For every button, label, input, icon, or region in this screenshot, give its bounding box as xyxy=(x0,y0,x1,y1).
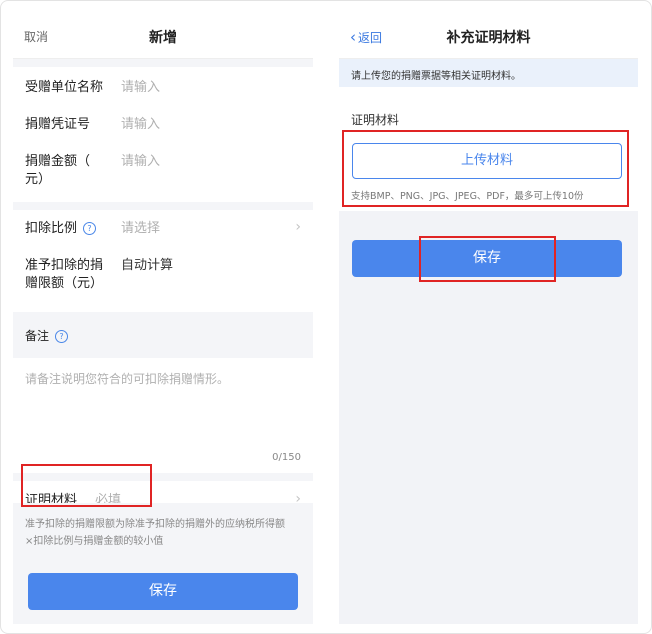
help-icon[interactable]: ? xyxy=(55,330,69,343)
highlight-box xyxy=(342,130,629,207)
recipient-field[interactable]: 受赠单位名称 请输入 xyxy=(13,67,313,104)
ratio-field[interactable]: 扣除比例? 请选择 › xyxy=(13,210,313,248)
amount-label: 捐赠金额（ 元） xyxy=(25,154,91,187)
amount-field[interactable]: 捐赠金额（ 元） 请输入 xyxy=(13,141,313,202)
save-button[interactable]: 保存 xyxy=(28,573,298,610)
remark-label: 备注? xyxy=(25,327,69,345)
nav-bar: ‹ 返回 补充证明材料 xyxy=(339,14,638,59)
recipient-input[interactable]: 请输入 xyxy=(121,79,160,97)
remark-header: 备注? xyxy=(13,312,313,358)
supplement-proof-screen: ‹ 返回 补充证明材料 请上传您的捐赠票据等相关证明材料。 证明材料 上传材料 支… xyxy=(339,14,638,624)
nav-bar: 取消 新增 xyxy=(13,14,313,59)
banner-text: 请上传您的捐赠票据等相关证明材料。 xyxy=(351,71,521,82)
limit-field: 准予扣除的捐 赠限额（元） 自动计算 xyxy=(13,248,313,312)
footer-area: 准予扣除的捐赠限额为除准予扣除的捐赠外的应纳税所得额 ×扣除比例与捐赠金额的较小… xyxy=(13,503,313,624)
voucher-field[interactable]: 捐赠凭证号 请输入 xyxy=(13,104,313,141)
add-donation-screen: 取消 新增 受赠单位名称 请输入 捐赠凭证号 请输入 捐赠金额（ 元） 请输入 … xyxy=(13,14,313,624)
page-title: 新增 xyxy=(149,30,177,46)
remark-counter: 0/150 xyxy=(272,452,301,463)
footnote: 准予扣除的捐赠限额为除准予扣除的捐赠外的应纳税所得额 ×扣除比例与捐赠金额的较小… xyxy=(25,519,285,547)
limit-value: 自动计算 xyxy=(121,258,174,273)
page-title: 补充证明材料 xyxy=(446,30,531,46)
remark-textarea[interactable]: 请备注说明您符合的可扣除捐赠情形。 0/150 xyxy=(13,358,313,473)
ratio-label: 扣除比例? xyxy=(25,220,97,238)
recipient-label: 受赠单位名称 xyxy=(25,80,104,95)
ratio-select[interactable]: 请选择 xyxy=(121,220,160,238)
voucher-input[interactable]: 请输入 xyxy=(121,116,160,134)
voucher-label: 捐赠凭证号 xyxy=(25,117,91,132)
help-icon[interactable]: ? xyxy=(83,222,97,235)
remark-placeholder: 请备注说明您符合的可扣除捐赠情形。 xyxy=(25,372,230,386)
section-label: 证明材料 xyxy=(351,113,400,127)
section-gap xyxy=(13,202,313,210)
highlight-box xyxy=(419,236,556,282)
section-gap xyxy=(13,59,313,67)
chevron-right-icon: › xyxy=(295,219,301,235)
highlight-box xyxy=(21,464,152,507)
amount-input[interactable]: 请输入 xyxy=(121,153,160,171)
info-banner: 请上传您的捐赠票据等相关证明材料。 xyxy=(339,59,638,87)
limit-label: 准予扣除的捐 赠限额（元） xyxy=(25,258,104,291)
